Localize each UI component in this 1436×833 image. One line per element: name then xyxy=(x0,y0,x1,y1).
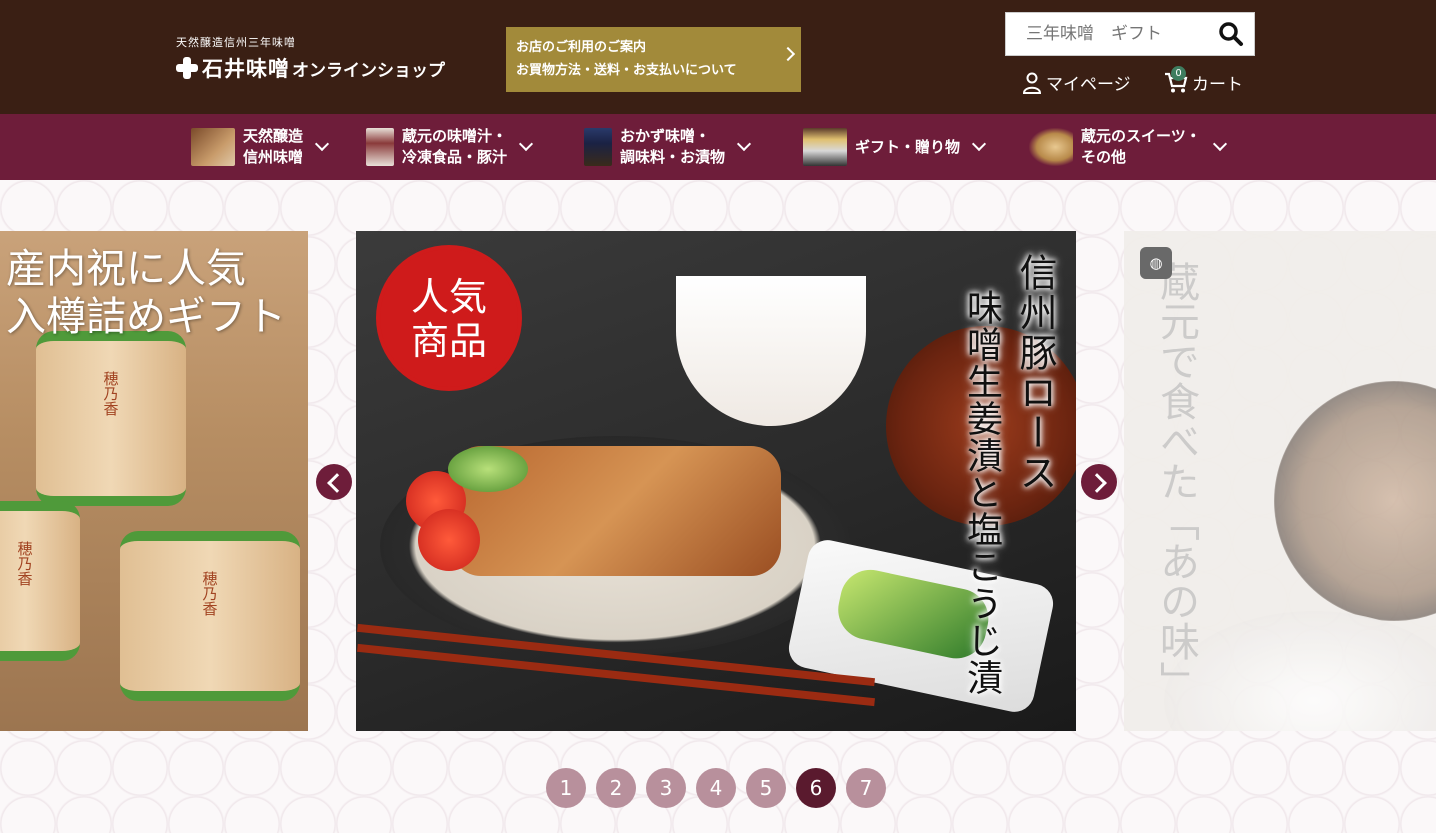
chevron-down-icon xyxy=(1212,136,1227,152)
carousel-slide-next[interactable]: 蔵元で食べた「あの味」 ◍ xyxy=(1124,231,1436,731)
carousel-page-2[interactable]: 2 xyxy=(596,768,636,808)
shop-guide-banner[interactable]: お店のご利用のご案内 お買物方法・送料・お支払いについて xyxy=(506,27,801,92)
misoshiru-thumbnail xyxy=(366,128,394,166)
next-slide-soup-image xyxy=(1274,381,1436,621)
nav-item-label: 蔵元のスイーツ・ xyxy=(1081,127,1201,145)
next-slide-rice-image xyxy=(1164,611,1436,731)
search-input[interactable] xyxy=(1006,24,1211,44)
nav-item-label: 信州味噌 xyxy=(243,148,304,166)
cart-count-badge: 0 xyxy=(1171,65,1186,81)
logo-name: 石井味噌 xyxy=(202,56,290,81)
rice-bowl-image xyxy=(676,276,866,426)
shop-guide-title: お店のご利用のご案内 xyxy=(516,40,647,55)
tomato-image xyxy=(418,509,480,571)
nav-item-sweets[interactable]: 蔵元のスイーツ・ その他 xyxy=(1029,114,1227,180)
prev-slide-line: 入樽詰めギフト xyxy=(6,294,286,340)
nav-item-okazu-miso[interactable]: おかず味噌・ 調味料・お漬物 xyxy=(584,114,752,180)
popular-badge: 人気 商品 xyxy=(380,249,518,387)
carousel-next-button[interactable] xyxy=(1081,464,1117,500)
mypage-label: マイページ xyxy=(1046,75,1131,95)
nav-item-label: その他 xyxy=(1081,148,1127,166)
prev-slide-headline: 産内祝に人気 入樽詰めギフト xyxy=(6,245,286,341)
carousel-page-5[interactable]: 5 xyxy=(746,768,786,808)
logo-mark-icon xyxy=(176,57,198,79)
mypage-link[interactable]: マイページ xyxy=(1022,70,1131,95)
nav-item-label: 蔵元の味噌汁・ xyxy=(402,127,508,145)
search-box xyxy=(1005,12,1255,56)
site-logo[interactable]: 天然醸造信州三年味噌 石井味噌 オンラインショップ xyxy=(176,37,445,83)
pickles-dish-image xyxy=(785,536,1057,716)
nav-item-label: ギフト・贈り物 xyxy=(855,137,961,156)
next-slide-headline: 蔵元で食べた「あの味」 xyxy=(1153,261,1199,701)
nav-item-misoshiru[interactable]: 蔵元の味噌汁・ 冷凍食品・豚汁 xyxy=(366,114,534,180)
carousel-prev-button[interactable] xyxy=(316,464,352,500)
carousel-page-7[interactable]: 7 xyxy=(846,768,886,808)
barrel-image: 穂乃香 xyxy=(36,331,186,506)
okazu-miso-thumbnail xyxy=(584,128,612,166)
barrel-image: 穂乃香 xyxy=(0,501,80,661)
carousel-page-6[interactable]: 6 xyxy=(796,768,836,808)
shop-guide-subtitle: お買物方法・送料・お支払いについて xyxy=(516,63,737,78)
cart-label: カート xyxy=(1192,75,1243,95)
search-icon xyxy=(1219,22,1243,46)
nav-item-label: 冷凍食品・豚汁 xyxy=(402,148,508,166)
category-nav: 天然醸造信州味噌 蔵元の味噌汁・ 冷凍食品・豚汁 おかず味噌・ 調味料・お漬物 ギフ… xyxy=(0,114,1436,180)
logo-shop: オンラインショップ xyxy=(292,60,445,81)
cucumber-image xyxy=(448,446,528,492)
sweets-thumbnail xyxy=(1029,128,1073,166)
badge-line: 商品 xyxy=(410,319,487,363)
chevron-down-icon xyxy=(971,136,987,152)
prev-slide-line: 産内祝に人気 xyxy=(6,246,246,292)
slide-title-col2: 味噌生姜漬と塩こうじ漬 xyxy=(961,289,1002,696)
badge-line: 人気 xyxy=(410,275,487,319)
barrel-image: 穂乃香 xyxy=(120,531,300,701)
slide-title-col1: 信州豚ロース xyxy=(1013,253,1057,493)
carousel-pagination: 1 2 3 4 5 6 7 xyxy=(546,768,896,808)
chevron-down-icon xyxy=(518,136,534,152)
chevron-down-icon xyxy=(314,136,330,152)
gift-thumbnail xyxy=(803,128,847,166)
search-button[interactable] xyxy=(1218,21,1244,47)
carousel-slide-current[interactable]: 人気 商品 信州豚ロース 味噌生姜漬と塩こうじ漬 xyxy=(356,231,1076,731)
barrel-label: 穂乃香 xyxy=(200,571,219,616)
expand-icon[interactable]: ◍ xyxy=(1140,247,1172,279)
chevron-down-icon xyxy=(736,136,752,152)
nav-item-miso[interactable]: 天然醸造 信州味噌 xyxy=(191,114,330,180)
hero-carousel: 穂乃香 穂乃香 穂乃香 産内祝に人気 入樽詰めギフト 人気 商品 信州豚ロース … xyxy=(0,180,1436,833)
site-header: 天然醸造信州三年味噌 石井味噌 オンラインショップ お店のご利用のご案内 お買物… xyxy=(0,0,1436,114)
logo-tagline: 天然醸造信州三年味噌 xyxy=(176,36,296,49)
nav-item-label: 調味料・お漬物 xyxy=(620,148,726,166)
barrel-label: 穂乃香 xyxy=(15,541,34,586)
barrel-label: 穂乃香 xyxy=(101,371,120,416)
carousel-page-4[interactable]: 4 xyxy=(696,768,736,808)
carousel-slide-prev[interactable]: 穂乃香 穂乃香 穂乃香 産内祝に人気 入樽詰めギフト xyxy=(0,231,308,731)
carousel-page-3[interactable]: 3 xyxy=(646,768,686,808)
nav-item-label: おかず味噌・ xyxy=(620,127,711,145)
nav-item-gift[interactable]: ギフト・贈り物 xyxy=(803,114,987,180)
user-icon xyxy=(1022,72,1042,94)
nav-item-label: 天然醸造 xyxy=(243,127,304,145)
miso-thumbnail xyxy=(191,128,235,166)
cart-link[interactable]: 0 カート xyxy=(1164,65,1243,95)
carousel-page-1[interactable]: 1 xyxy=(546,768,586,808)
